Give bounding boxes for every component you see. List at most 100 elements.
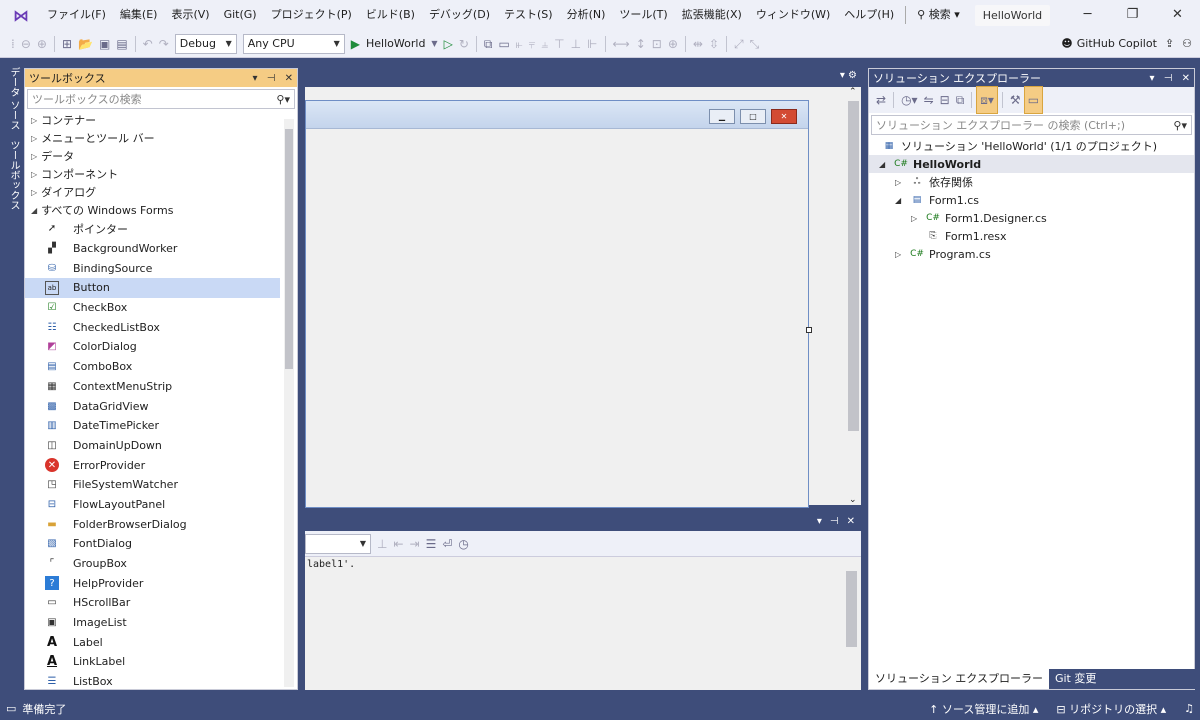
toolbox-item-datagridview[interactable]: ▩ DataGridView bbox=[25, 396, 280, 416]
notification-bell-icon[interactable]: ♫ bbox=[1184, 702, 1194, 715]
align-left-icon[interactable]: ⫦ bbox=[513, 31, 526, 57]
chevron-down-icon[interactable]: ▾ bbox=[1149, 73, 1154, 84]
toolbox-item-imagelist[interactable]: ▣ ImageList bbox=[25, 613, 280, 633]
menu-analyze[interactable]: 分析(N) bbox=[560, 0, 613, 30]
next-message-icon[interactable]: ⇥ bbox=[407, 531, 423, 557]
output-source-dropdown[interactable]: ▼ bbox=[305, 533, 371, 554]
hot-reload-icon[interactable]: ↻ bbox=[456, 31, 472, 57]
clock-icon[interactable]: ◷ bbox=[455, 531, 471, 557]
align-middle-icon[interactable]: ⊥ bbox=[568, 31, 584, 57]
chevron-down-icon[interactable]: ▾ bbox=[252, 73, 257, 84]
form1-node[interactable]: ◢ ▤ Form1.cs bbox=[869, 191, 1194, 209]
pin-icon[interactable]: ⊣ bbox=[267, 73, 276, 84]
solution-search-input[interactable]: ソリューション エクスプローラー の検索 (Ctrl+;) ⚲▾ bbox=[871, 115, 1192, 135]
same-height-icon[interactable]: ↕ bbox=[633, 31, 649, 57]
menu-extensions[interactable]: 拡張機能(X) bbox=[675, 0, 749, 30]
undo-icon[interactable]: ↶ bbox=[140, 31, 156, 57]
form-preview-window[interactable]: ▁ □ ✕ bbox=[305, 100, 812, 508]
toolbox-item-errorprovider[interactable]: ✕ ErrorProvider bbox=[25, 455, 280, 475]
toolbox-item-checkbox[interactable]: ☑ CheckBox bbox=[25, 298, 280, 318]
chevron-down-icon[interactable]: ▼ bbox=[428, 31, 440, 57]
platform-dropdown[interactable]: Any CPU ▼ bbox=[242, 33, 345, 54]
gear-icon[interactable]: ▾ ⚙ bbox=[840, 70, 857, 81]
preview-icon[interactable]: ▭ bbox=[1023, 86, 1044, 114]
same-size-icon[interactable]: ⊡ bbox=[649, 31, 665, 57]
scrollbar-thumb[interactable] bbox=[848, 101, 859, 431]
github-copilot-button[interactable]: ☻ GitHub Copilot ⇪ ⚇ bbox=[1061, 37, 1200, 50]
zoom-icon[interactable]: ⊕ bbox=[665, 31, 681, 57]
tab-solution-explorer[interactable]: ソリューション エクスプローラー bbox=[869, 669, 1049, 689]
clear-all-icon[interactable]: ☰ bbox=[423, 531, 440, 557]
toolbox-item-label[interactable]: A Label bbox=[25, 632, 280, 652]
output-text[interactable]: label1'. bbox=[305, 557, 861, 690]
toolbox-item-filesystemwatcher[interactable]: ◳ FileSystemWatcher bbox=[25, 475, 280, 495]
align-center-icon[interactable]: ⫧ bbox=[526, 31, 539, 57]
pin-icon[interactable]: ⊣ bbox=[1164, 73, 1173, 84]
new-project-icon[interactable]: ⊞ bbox=[59, 31, 75, 57]
toolbox-category[interactable]: ▷ データ bbox=[25, 147, 297, 165]
designer-scrollbar[interactable]: ⌃ ⌄ bbox=[846, 87, 861, 505]
menu-file[interactable]: ファイル(F) bbox=[40, 0, 113, 30]
open-folder-icon[interactable]: 📂 bbox=[75, 31, 96, 57]
word-wrap-icon[interactable]: ⏎ bbox=[439, 531, 455, 557]
filter-icon[interactable]: ⧈▾ bbox=[976, 86, 998, 114]
layout-icon[interactable]: ▭ bbox=[495, 31, 512, 57]
resize-handle[interactable] bbox=[806, 327, 812, 333]
toolbox-category[interactable]: ▷ メニューとツール バー bbox=[25, 129, 297, 147]
toolbox-item-linklabel[interactable]: A LinkLabel bbox=[25, 652, 280, 672]
add-to-source-control-button[interactable]: ↑ ソース管理に追加 ▴ bbox=[929, 701, 1038, 717]
toolbox-item-folderbrowserdialog[interactable]: ▬ FolderBrowserDialog bbox=[25, 514, 280, 534]
toolbox-category[interactable]: ▷ コンテナー bbox=[25, 111, 297, 129]
search-menu[interactable]: ⚲ 検索 ▾ bbox=[910, 0, 967, 30]
align-top-icon[interactable]: ⊤ bbox=[551, 31, 567, 57]
select-repository-button[interactable]: ⊟ リポジトリの選択 ▴ bbox=[1056, 701, 1166, 717]
share-icon[interactable]: ⇪ bbox=[1165, 37, 1174, 50]
collapse-all-icon[interactable]: ⊟ bbox=[937, 87, 953, 113]
redo-icon[interactable]: ↷ bbox=[156, 31, 172, 57]
start-debugging-icon[interactable]: ▶ bbox=[348, 31, 363, 57]
browse-icon[interactable]: ⧉ bbox=[481, 31, 496, 57]
properties-icon[interactable]: ⚒ bbox=[1007, 87, 1024, 113]
forward-icon[interactable]: ⊕ bbox=[34, 31, 50, 57]
dependencies-node[interactable]: ▷ ஃ 依存関係 bbox=[869, 173, 1194, 191]
minimize-button[interactable]: ─ bbox=[1065, 0, 1110, 30]
align-right-icon[interactable]: ⫨ bbox=[538, 31, 551, 57]
history-icon[interactable]: ◷▾ bbox=[898, 87, 921, 113]
project-node[interactable]: ◢ C# HelloWorld bbox=[869, 155, 1194, 173]
toolbox-tab[interactable]: ツールボックス bbox=[6, 140, 21, 210]
prev-message-icon[interactable]: ⇤ bbox=[390, 531, 406, 557]
start-without-debugging-icon[interactable]: ▷ bbox=[441, 31, 456, 57]
toolbox-scrollbar[interactable] bbox=[284, 119, 294, 687]
toolbox-item-datetimepicker[interactable]: ▥ DateTimePicker bbox=[25, 416, 280, 436]
run-target-label[interactable]: HelloWorld bbox=[363, 31, 428, 57]
scrollbar-thumb[interactable] bbox=[285, 129, 293, 369]
menu-tools[interactable]: ツール(T) bbox=[612, 0, 674, 30]
find-message-icon[interactable]: ⊥ bbox=[374, 531, 390, 557]
form1-designer-node[interactable]: ▷ C# Form1.Designer.cs bbox=[869, 209, 1194, 227]
sync-icon[interactable]: ⇋ bbox=[921, 87, 937, 113]
menu-view[interactable]: 表示(V) bbox=[164, 0, 216, 30]
close-icon[interactable]: ✕ bbox=[285, 73, 293, 84]
toolbox-item-domainupdown[interactable]: ◫ DomainUpDown bbox=[25, 436, 280, 456]
program-node[interactable]: ▷ C# Program.cs bbox=[869, 245, 1194, 263]
configuration-dropdown[interactable]: Debug ▼ bbox=[174, 33, 237, 54]
toolbox-item-backgroundworker[interactable]: ▞ BackgroundWorker bbox=[25, 239, 280, 259]
visual-studio-logo-icon[interactable]: ⋈ bbox=[10, 4, 32, 26]
search-icon[interactable]: ⚲▾ bbox=[276, 93, 290, 106]
search-icon[interactable]: ⚲▾ bbox=[1173, 119, 1187, 132]
menu-test[interactable]: テスト(S) bbox=[497, 0, 560, 30]
toolbox-item-checkedlistbox[interactable]: ☷ CheckedListBox bbox=[25, 317, 280, 337]
vertical-spacing-icon[interactable]: ⇳ bbox=[706, 31, 722, 57]
menu-build[interactable]: ビルド(B) bbox=[359, 0, 422, 30]
toolbox-item-listbox[interactable]: ☰ ListBox bbox=[25, 672, 280, 692]
same-width-icon[interactable]: ⟷ bbox=[610, 31, 633, 57]
menu-window[interactable]: ウィンドウ(W) bbox=[749, 0, 837, 30]
toolbox-item-hscrollbar[interactable]: ▭ HScrollBar bbox=[25, 593, 280, 613]
toolbox-item-groupbox[interactable]: ⌜ GroupBox bbox=[25, 554, 280, 574]
menu-project[interactable]: プロジェクト(P) bbox=[264, 0, 359, 30]
toolbox-category[interactable]: ▷ コンポーネント bbox=[25, 165, 297, 183]
toolbox-item-fontdialog[interactable]: ▧ FontDialog bbox=[25, 534, 280, 554]
menu-debug[interactable]: デバッグ(D) bbox=[422, 0, 497, 30]
chevron-down-icon[interactable]: ▾ bbox=[817, 516, 822, 527]
align-bottom-icon[interactable]: ⊩ bbox=[584, 31, 600, 57]
